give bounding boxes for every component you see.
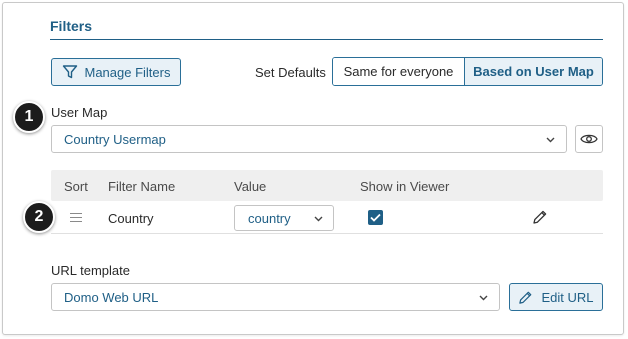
based-on-user-map-button[interactable]: Based on User Map (465, 58, 602, 85)
url-template-select[interactable]: Domo Web URL (51, 283, 500, 311)
chevron-down-icon (546, 137, 555, 143)
edit-url-button[interactable]: Edit URL (509, 283, 603, 311)
pencil-icon (519, 291, 532, 304)
header-show-in-viewer: Show in Viewer (360, 179, 450, 194)
defaults-toggle-group: Same for everyone Based on User Map (332, 57, 603, 86)
filters-table-header: Sort Filter Name Value Show in Viewer (51, 170, 603, 201)
same-for-everyone-button[interactable]: Same for everyone (333, 58, 465, 85)
header-filter-name: Filter Name (108, 179, 176, 194)
drag-handle-icon[interactable] (70, 213, 82, 222)
header-sort: Sort (64, 179, 88, 194)
preview-user-map-button[interactable] (575, 125, 603, 153)
user-map-select[interactable]: Country Usermap (51, 125, 567, 153)
filter-name-cell: Country (108, 211, 154, 226)
user-map-value: Country Usermap (64, 131, 166, 147)
pencil-icon[interactable] (532, 209, 548, 225)
checkmark-icon (370, 213, 381, 222)
header-value: Value (234, 179, 267, 194)
show-in-viewer-checkbox[interactable] (368, 210, 383, 225)
chevron-down-icon (479, 295, 488, 301)
set-defaults-label: Set Defaults (255, 65, 326, 80)
eye-icon (580, 134, 598, 144)
filter-value: country (248, 210, 291, 226)
manage-filters-button[interactable]: Manage Filters (51, 58, 181, 86)
url-template-value: Domo Web URL (64, 289, 159, 305)
table-row: Country country (51, 201, 603, 234)
filter-icon (62, 65, 77, 79)
edit-url-label: Edit URL (541, 289, 594, 305)
filter-value-select[interactable]: country (234, 205, 334, 231)
section-title: Filters (50, 18, 93, 34)
user-map-label: User Map (51, 105, 108, 120)
manage-filters-label: Manage Filters (84, 64, 171, 80)
callout-badge-1: 1 (13, 101, 45, 133)
title-divider (50, 39, 603, 40)
url-template-label: URL template (51, 263, 130, 278)
chevron-down-icon (314, 216, 323, 222)
